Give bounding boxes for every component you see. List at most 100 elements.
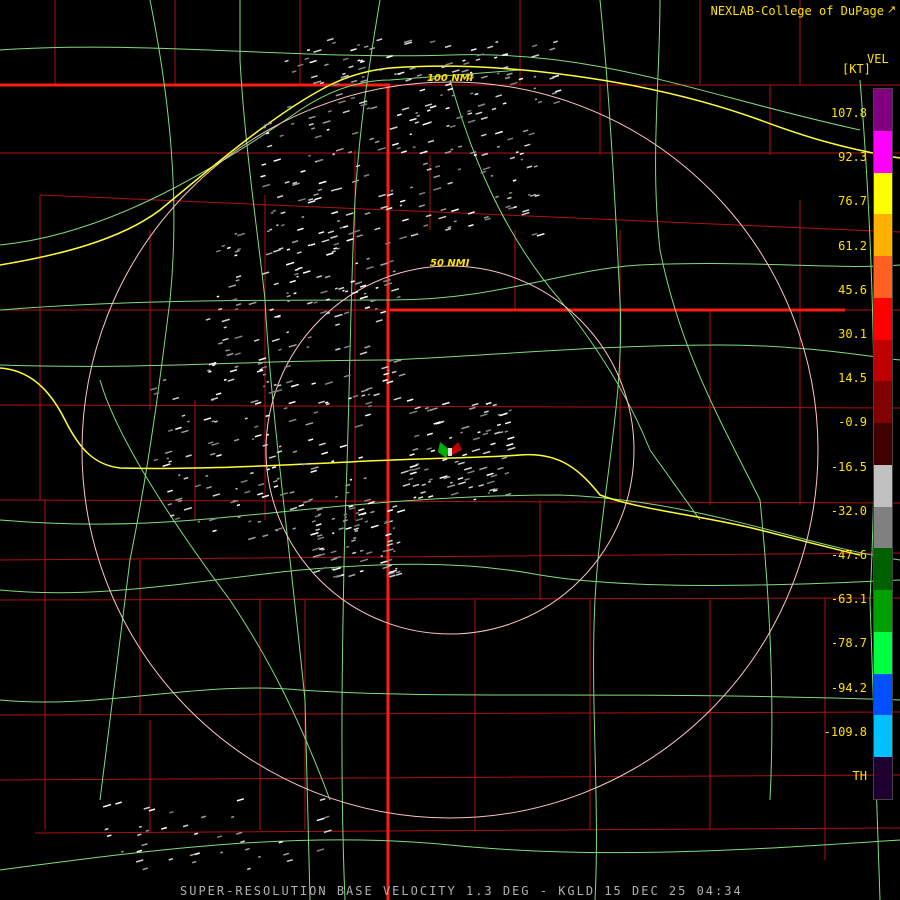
echo-speck <box>350 48 357 52</box>
echo-speck <box>492 403 497 407</box>
echo-speck <box>396 146 401 150</box>
echo-speck <box>227 349 231 352</box>
echo-speck <box>417 496 424 500</box>
credit-text[interactable]: NEXLAB-College of DuPage <box>711 4 884 18</box>
echo-speck <box>342 72 346 76</box>
echo-speck <box>342 519 348 523</box>
echo-speck <box>330 235 338 239</box>
echo-speck <box>424 103 433 107</box>
echo-speck <box>491 107 497 111</box>
echo-speck <box>314 514 321 518</box>
colorbar-segment <box>874 297 892 340</box>
echo-speck <box>467 112 473 116</box>
echo-speck <box>505 205 511 209</box>
echo-speck <box>308 198 314 201</box>
echo-speck <box>451 94 455 97</box>
echo-speck <box>135 859 144 863</box>
echo-speck <box>450 148 454 151</box>
legend-tick-label: 30.1 <box>838 327 867 341</box>
echo-speck <box>363 477 367 480</box>
echo-speck <box>384 241 391 245</box>
echo-speck <box>197 520 201 523</box>
echo-speck <box>364 345 371 349</box>
echo-speck <box>276 477 280 480</box>
echo-speck <box>447 484 456 489</box>
echo-speck <box>375 286 379 289</box>
echo-speck <box>262 373 266 376</box>
echo-speck <box>536 232 545 237</box>
echo-speck <box>349 478 353 481</box>
echo-speck <box>533 165 538 168</box>
echo-speck <box>307 244 311 247</box>
legend-tick-label: 92.3 <box>838 150 867 165</box>
echo-speck <box>504 471 510 475</box>
echo-speck <box>319 798 326 802</box>
echo-speck <box>226 352 234 357</box>
echo-speck <box>288 400 296 405</box>
echo-speck <box>533 87 537 90</box>
echo-speck <box>506 443 514 447</box>
echo-speck <box>462 453 468 457</box>
echo-speck <box>318 180 327 185</box>
echo-speck <box>426 109 431 112</box>
echo-speck <box>338 100 346 104</box>
echo-speck <box>495 94 503 98</box>
radar-site-echo <box>438 442 462 458</box>
echo-speck <box>508 409 512 412</box>
echo-speck <box>314 135 322 139</box>
echo-speck <box>464 477 470 481</box>
echo-speck <box>549 47 556 51</box>
echo-speck <box>310 466 319 470</box>
echo-speck <box>366 265 374 270</box>
echo-speck <box>501 456 508 460</box>
echo-speck <box>355 517 364 522</box>
echo-speck <box>334 313 343 318</box>
echo-speck <box>237 247 242 251</box>
echo-speck <box>248 536 256 541</box>
echo-speck <box>418 191 426 196</box>
echo-speck <box>269 228 273 231</box>
echo-speck <box>222 337 229 342</box>
echo-speck <box>453 220 457 223</box>
echo-speck <box>333 242 340 246</box>
echo-speck <box>428 480 431 483</box>
echo-speck <box>482 166 491 171</box>
echo-speck <box>419 88 426 92</box>
product-caption: SUPER-RESOLUTION BASE VELOCITY 1.3 DEG -… <box>180 884 743 898</box>
echo-speck <box>480 75 488 79</box>
echo-speck <box>343 513 348 516</box>
echo-speck <box>271 338 280 343</box>
echo-speck <box>504 492 512 497</box>
echo-speck <box>342 57 349 61</box>
echo-speck <box>266 468 270 471</box>
echo-speck <box>413 434 420 438</box>
legend-unit: [KT] <box>842 62 871 76</box>
echo-speck <box>153 391 160 395</box>
echo-speck <box>236 831 243 835</box>
echo-speck <box>409 471 417 475</box>
echo-speck <box>205 474 209 478</box>
echo-speck <box>522 209 530 213</box>
echo-speck <box>340 76 345 80</box>
echo-speck <box>351 131 359 135</box>
echo-speck <box>412 447 419 452</box>
echo-speck <box>313 193 319 197</box>
echo-speck <box>104 827 109 831</box>
echo-speck <box>309 59 317 64</box>
echo-speck <box>211 420 215 423</box>
echo-speck <box>312 547 321 551</box>
echo-speck <box>248 520 252 523</box>
echo-speck <box>533 75 537 78</box>
echo-speck <box>335 495 338 498</box>
echo-speck <box>320 290 328 294</box>
echo-speck <box>475 111 483 115</box>
external-link-icon[interactable]: ↗ <box>887 5 898 16</box>
echo-speck <box>433 187 442 191</box>
echo-speck <box>345 545 350 549</box>
echo-speck <box>507 196 512 200</box>
echo-speck <box>106 834 112 838</box>
radar-display: 50 NMI 100 NMI NEXLAB-College of DuPage … <box>0 0 900 900</box>
echo-speck <box>318 400 325 404</box>
echo-speck <box>416 114 421 118</box>
echo-speck <box>313 411 319 414</box>
